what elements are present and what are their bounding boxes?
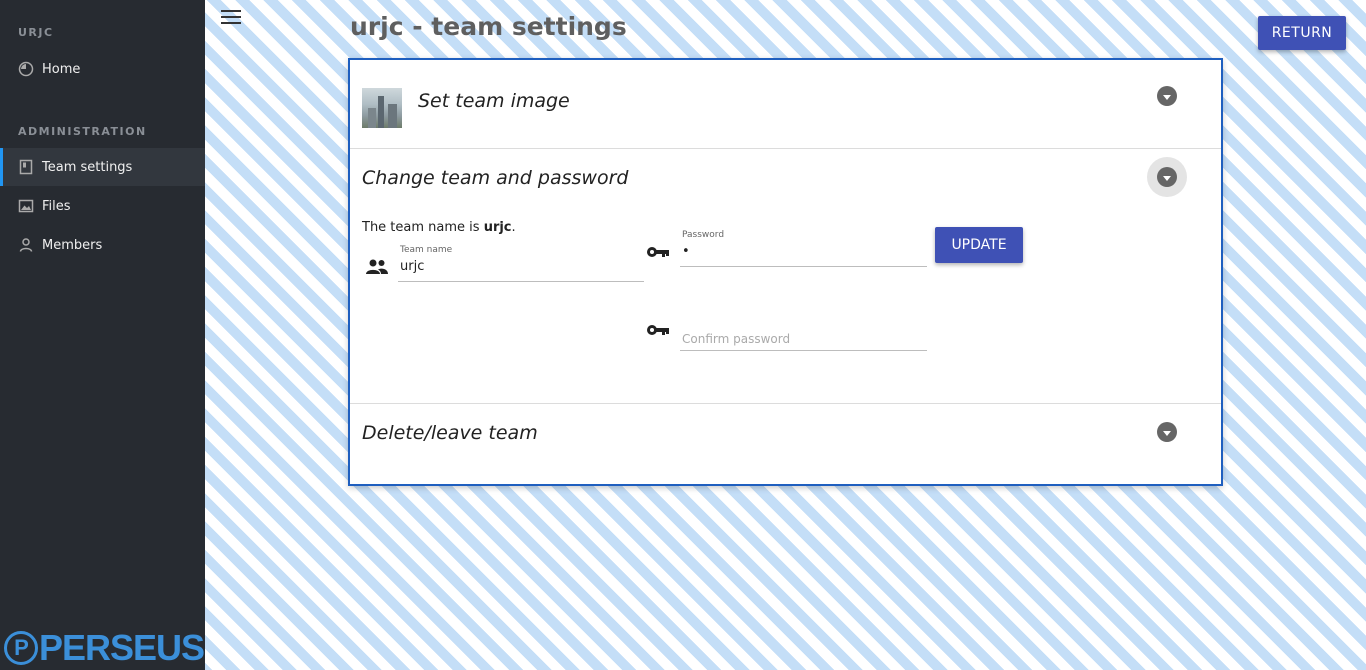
panel-title: Delete/leave team — [362, 422, 538, 444]
page-title: urjc - team settings — [350, 12, 627, 41]
sidebar-item-members[interactable]: Members — [0, 226, 205, 264]
password-field[interactable]: Password • — [680, 230, 927, 267]
key-icon — [646, 244, 670, 263]
settings-card: Set team image Change team and password … — [348, 58, 1223, 486]
hamburger-menu-icon[interactable] — [221, 10, 241, 26]
return-button[interactable]: RETURN — [1258, 16, 1346, 50]
panel-delete-leave-team[interactable]: Delete/leave team — [350, 404, 1221, 484]
team-name-field[interactable]: Team name urjc — [398, 245, 644, 282]
book-icon — [18, 159, 34, 175]
key-icon — [646, 322, 670, 341]
panel-set-team-image[interactable]: Set team image — [350, 60, 1221, 148]
sidebar-item-label: Members — [42, 237, 103, 253]
dashboard-icon — [18, 61, 34, 77]
panel-title: Set team image — [418, 90, 570, 112]
sidebar-item-label: Files — [42, 198, 71, 214]
sidebar-item-label: Home — [42, 61, 81, 77]
update-button[interactable]: UPDATE — [935, 227, 1023, 263]
sidebar-item-files[interactable]: Files — [0, 187, 205, 225]
perseus-logo: P PERSEUS — [4, 627, 205, 668]
collapse-icon[interactable] — [1157, 167, 1177, 187]
sidebar-item-home[interactable]: Home — [0, 50, 205, 88]
team-name-bold: urjc — [483, 220, 512, 235]
sidebar-section-team: URJC — [18, 26, 54, 39]
image-icon — [18, 198, 34, 214]
sidebar-item-team-settings[interactable]: Team settings — [0, 148, 205, 186]
team-name-input[interactable]: urjc — [400, 259, 644, 277]
password-input[interactable]: • — [682, 244, 927, 262]
team-name-sentence: The team name is urjc. — [362, 220, 516, 235]
sidebar: URJC Home ADMINISTRATION Team settings F… — [0, 0, 205, 670]
team-name-label: Team name — [400, 245, 453, 255]
team-text-suffix: . — [511, 220, 516, 235]
confirm-password-field[interactable] — [680, 328, 929, 351]
team-image-thumbnail — [362, 88, 402, 128]
team-text-prefix: The team name is — [362, 220, 484, 235]
expand-icon[interactable] — [1157, 86, 1177, 106]
group-icon — [365, 258, 389, 280]
panel-title: Change team and password — [362, 167, 629, 189]
panel-change-team-password[interactable]: Change team and password — [350, 149, 1221, 205]
sidebar-section-administration: ADMINISTRATION — [18, 125, 147, 138]
confirm-password-input[interactable] — [682, 332, 929, 346]
person-icon — [18, 237, 34, 253]
expand-icon[interactable] — [1157, 422, 1177, 442]
sidebar-item-label: Team settings — [42, 159, 133, 175]
logo-mark: P — [4, 631, 38, 665]
logo-text: PERSEUS — [39, 627, 205, 668]
password-label: Password — [682, 230, 725, 240]
